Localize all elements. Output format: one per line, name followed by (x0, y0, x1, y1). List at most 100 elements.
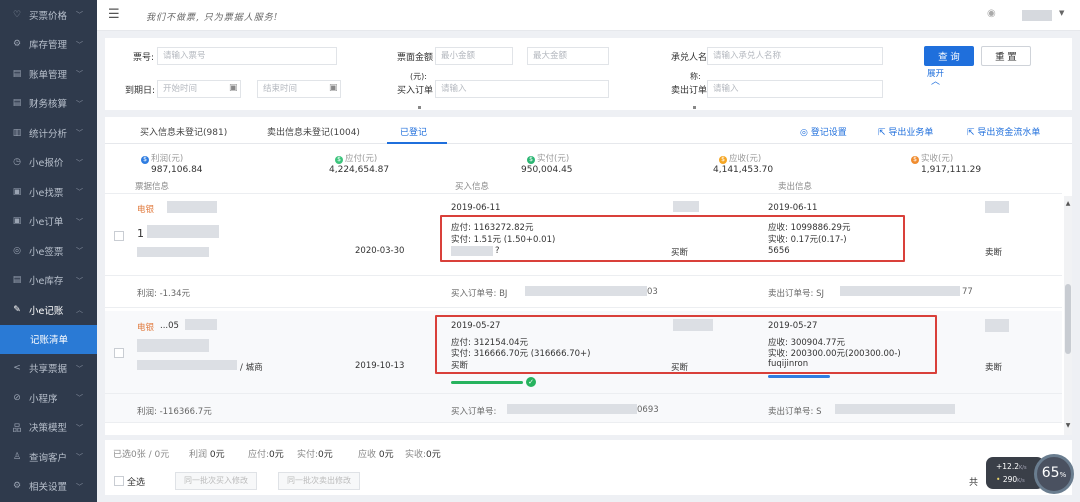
share-icon: < (13, 363, 21, 374)
model-icon: 品 (12, 423, 22, 434)
summary-label-text: 应收(元) (729, 154, 762, 164)
scrollbar-thumb[interactable] (1065, 284, 1071, 354)
scroll-up-icon[interactable]: ▲ (1064, 200, 1072, 207)
usage-ring: 65% (1034, 454, 1074, 494)
sidebar-item-label: 账单管理 (29, 69, 68, 81)
sidebar-item-label: 财务核算 (29, 99, 68, 111)
summary-label: $ 实收(元) (911, 152, 981, 164)
batch-sell-edit-button[interactable]: 同一批次卖出修改 (278, 472, 360, 490)
buy-order-input[interactable] (435, 80, 609, 98)
sell-order-number: 卖出订单号: S (768, 407, 822, 417)
sidebar-item[interactable]: ◎ 小e签票 ﹀ (0, 236, 97, 266)
user-avatar[interactable] (1022, 10, 1052, 21)
row-checkbox[interactable] (114, 231, 124, 241)
chevron-down-icon: ﹀ (76, 394, 83, 402)
masked-text (137, 247, 209, 257)
chevron-up-icon[interactable]: ︿ (931, 74, 940, 87)
order-icon: ▣ (12, 216, 22, 227)
main-panel: 买入信息未登记(981) 卖出信息未登记(1004) 已登记 ◎ 登记设置 ⇱ … (105, 117, 1072, 435)
masked-text (985, 319, 1009, 332)
app-root: ♡ 买票价格 ﹀ ⚙ 库存管理 ﹀ ▤ 账单管理 ﹀ ▤ 财务核算 ﹀ ▥ 统计分析 ﹀ ◷ 小e报价 ﹀ ▣ 小e找… (0, 0, 1080, 502)
select-all-checkbox[interactable] (114, 476, 124, 486)
buy-order-tail: 0693 (637, 405, 659, 415)
tab-sell-unregistered[interactable]: 卖出信息未登记(1004) (267, 125, 360, 138)
select-all-label[interactable]: 全选 (127, 475, 145, 488)
bill-id-prefix: 1 (137, 227, 144, 240)
query-button[interactable]: 查 询 (924, 46, 974, 66)
chevron-down-icon[interactable]: ▼ (1059, 9, 1064, 17)
network-speed-widget[interactable]: +12.2K/s • 290K/s 65% (986, 453, 1080, 495)
sell-order-label: 卖出订单 (671, 86, 708, 96)
user-icon: ♙ (12, 451, 22, 462)
sidebar-item[interactable]: ▤ 小e库存 ﹀ (0, 266, 97, 296)
sidebar-item[interactable]: ▤ 财务核算 ﹀ (0, 89, 97, 119)
masked-text (167, 201, 217, 213)
summary-label-text: 实收(元) (921, 154, 954, 164)
summary-label: $ 实付(元) (527, 152, 573, 164)
download-speed: • 290K/s (996, 475, 1025, 484)
footer-payable: 应付:0元 (248, 447, 284, 460)
sidebar-item[interactable]: 品决策模型 ﹀ (0, 413, 97, 443)
amount-min-input[interactable] (435, 47, 513, 65)
menu-toggle-icon[interactable]: ☰ (108, 7, 120, 22)
masked-text (985, 201, 1009, 213)
row-checkbox[interactable] (114, 348, 124, 358)
sell-order-input[interactable] (707, 80, 883, 98)
record-card: 电银 ...05 / 城商 2019-10-13 2019-05-27 应付: … (105, 311, 1062, 423)
sidebar-item-label: 库存管理 (29, 40, 68, 52)
sidebar-item[interactable]: ♙ 查询客户 ﹀ (0, 442, 97, 472)
highlight-box (440, 215, 905, 262)
amount-max-input[interactable] (527, 47, 609, 65)
summary-label: $ 应收(元) (719, 152, 773, 164)
sidebar-item[interactable]: ▥ 统计分析 ﹀ (0, 118, 97, 148)
sidebar-item-label: 小e订单 (29, 217, 64, 229)
piao-hao-input[interactable] (157, 47, 337, 65)
export-business-link[interactable]: ⇱ 导出业务单 (878, 125, 933, 138)
calendar-icon[interactable]: ▣ (329, 83, 338, 93)
chevron-down-icon: ﹀ (76, 129, 83, 137)
tab-registered[interactable]: 已登记 (400, 125, 427, 138)
sidebar-item[interactable]: ◷ 小e报价 ﹀ (0, 148, 97, 178)
sidebar-item[interactable]: ⚙ 库存管理 ﹀ (0, 30, 97, 60)
batch-buy-edit-button[interactable]: 同一批次买入修改 (175, 472, 257, 490)
sidebar-item[interactable]: ✎ 小e记账 ︿ (0, 295, 97, 325)
filter-panel: 票号: 票面金额 (元): 承兑人名 称: 查 询 重 置 展开 ︿ 到期日: … (105, 38, 1072, 110)
tab-buy-unregistered[interactable]: 买入信息未登记(981) (140, 125, 227, 138)
sidebar-item[interactable]: ♡ 买票价格 ﹀ (0, 0, 97, 30)
export-flow-link[interactable]: ⇱ 导出资金流水单 (967, 125, 1040, 138)
miniapp-icon: ⊘ (13, 392, 21, 403)
sidebar-item[interactable]: ▣ 小e找票 ﹀ (0, 177, 97, 207)
settings-icon[interactable]: ◉ (987, 8, 996, 19)
download-speed-unit: K/s (1017, 478, 1025, 484)
highlight-box (435, 315, 937, 374)
footer-profit-label: 利润 (189, 450, 208, 460)
chevron-down-icon: ﹀ (76, 276, 83, 285)
register-settings-link[interactable]: ◎ 登记设置 (800, 125, 847, 138)
due-date: 2019-10-13 (355, 361, 405, 371)
sidebar-item[interactable]: < 共享票据 ﹀ (0, 354, 97, 384)
calendar-icon[interactable]: ▣ (229, 83, 238, 93)
footer-received-value: 0元 (426, 450, 441, 460)
upload-speed-value: +12.2 (996, 462, 1019, 471)
sidebar-item[interactable]: ⊘ 小程序 ﹀ (0, 383, 97, 413)
sidebar-item[interactable]: ▤ 账单管理 ﹀ (0, 59, 97, 89)
sidebar-item[interactable]: ▣ 小e订单 ﹀ (0, 207, 97, 237)
sidebar-item-label: 小e签票 (29, 246, 64, 258)
chevron-down-icon: ﹀ (76, 453, 83, 461)
scroll-down-icon[interactable]: ▼ (1064, 422, 1072, 429)
record-divider (105, 393, 1062, 394)
upload-speed-unit: K/s (1018, 465, 1027, 471)
coin-icon: $ (141, 156, 149, 164)
scrollbar[interactable]: ▲ ▼ (1064, 196, 1072, 435)
bar-chart-icon: ▥ (12, 127, 22, 138)
footer-receivable-value: 0元 (378, 450, 394, 460)
acceptor-input[interactable] (707, 47, 883, 65)
sidebar-sub-item-ledger-list[interactable]: 记账清单 (0, 324, 97, 354)
masked-text (185, 319, 217, 330)
reset-button[interactable]: 重 置 (981, 46, 1031, 66)
summary-value: 1,917,111.29 (921, 165, 982, 175)
summary-label-text: 应付(元) (345, 154, 378, 164)
sidebar-item[interactable]: ⚙ 相关设置 ﹀ (0, 472, 97, 502)
download-speed-value: 290 (1002, 475, 1018, 484)
footer-received: 实收:0元 (405, 447, 441, 460)
